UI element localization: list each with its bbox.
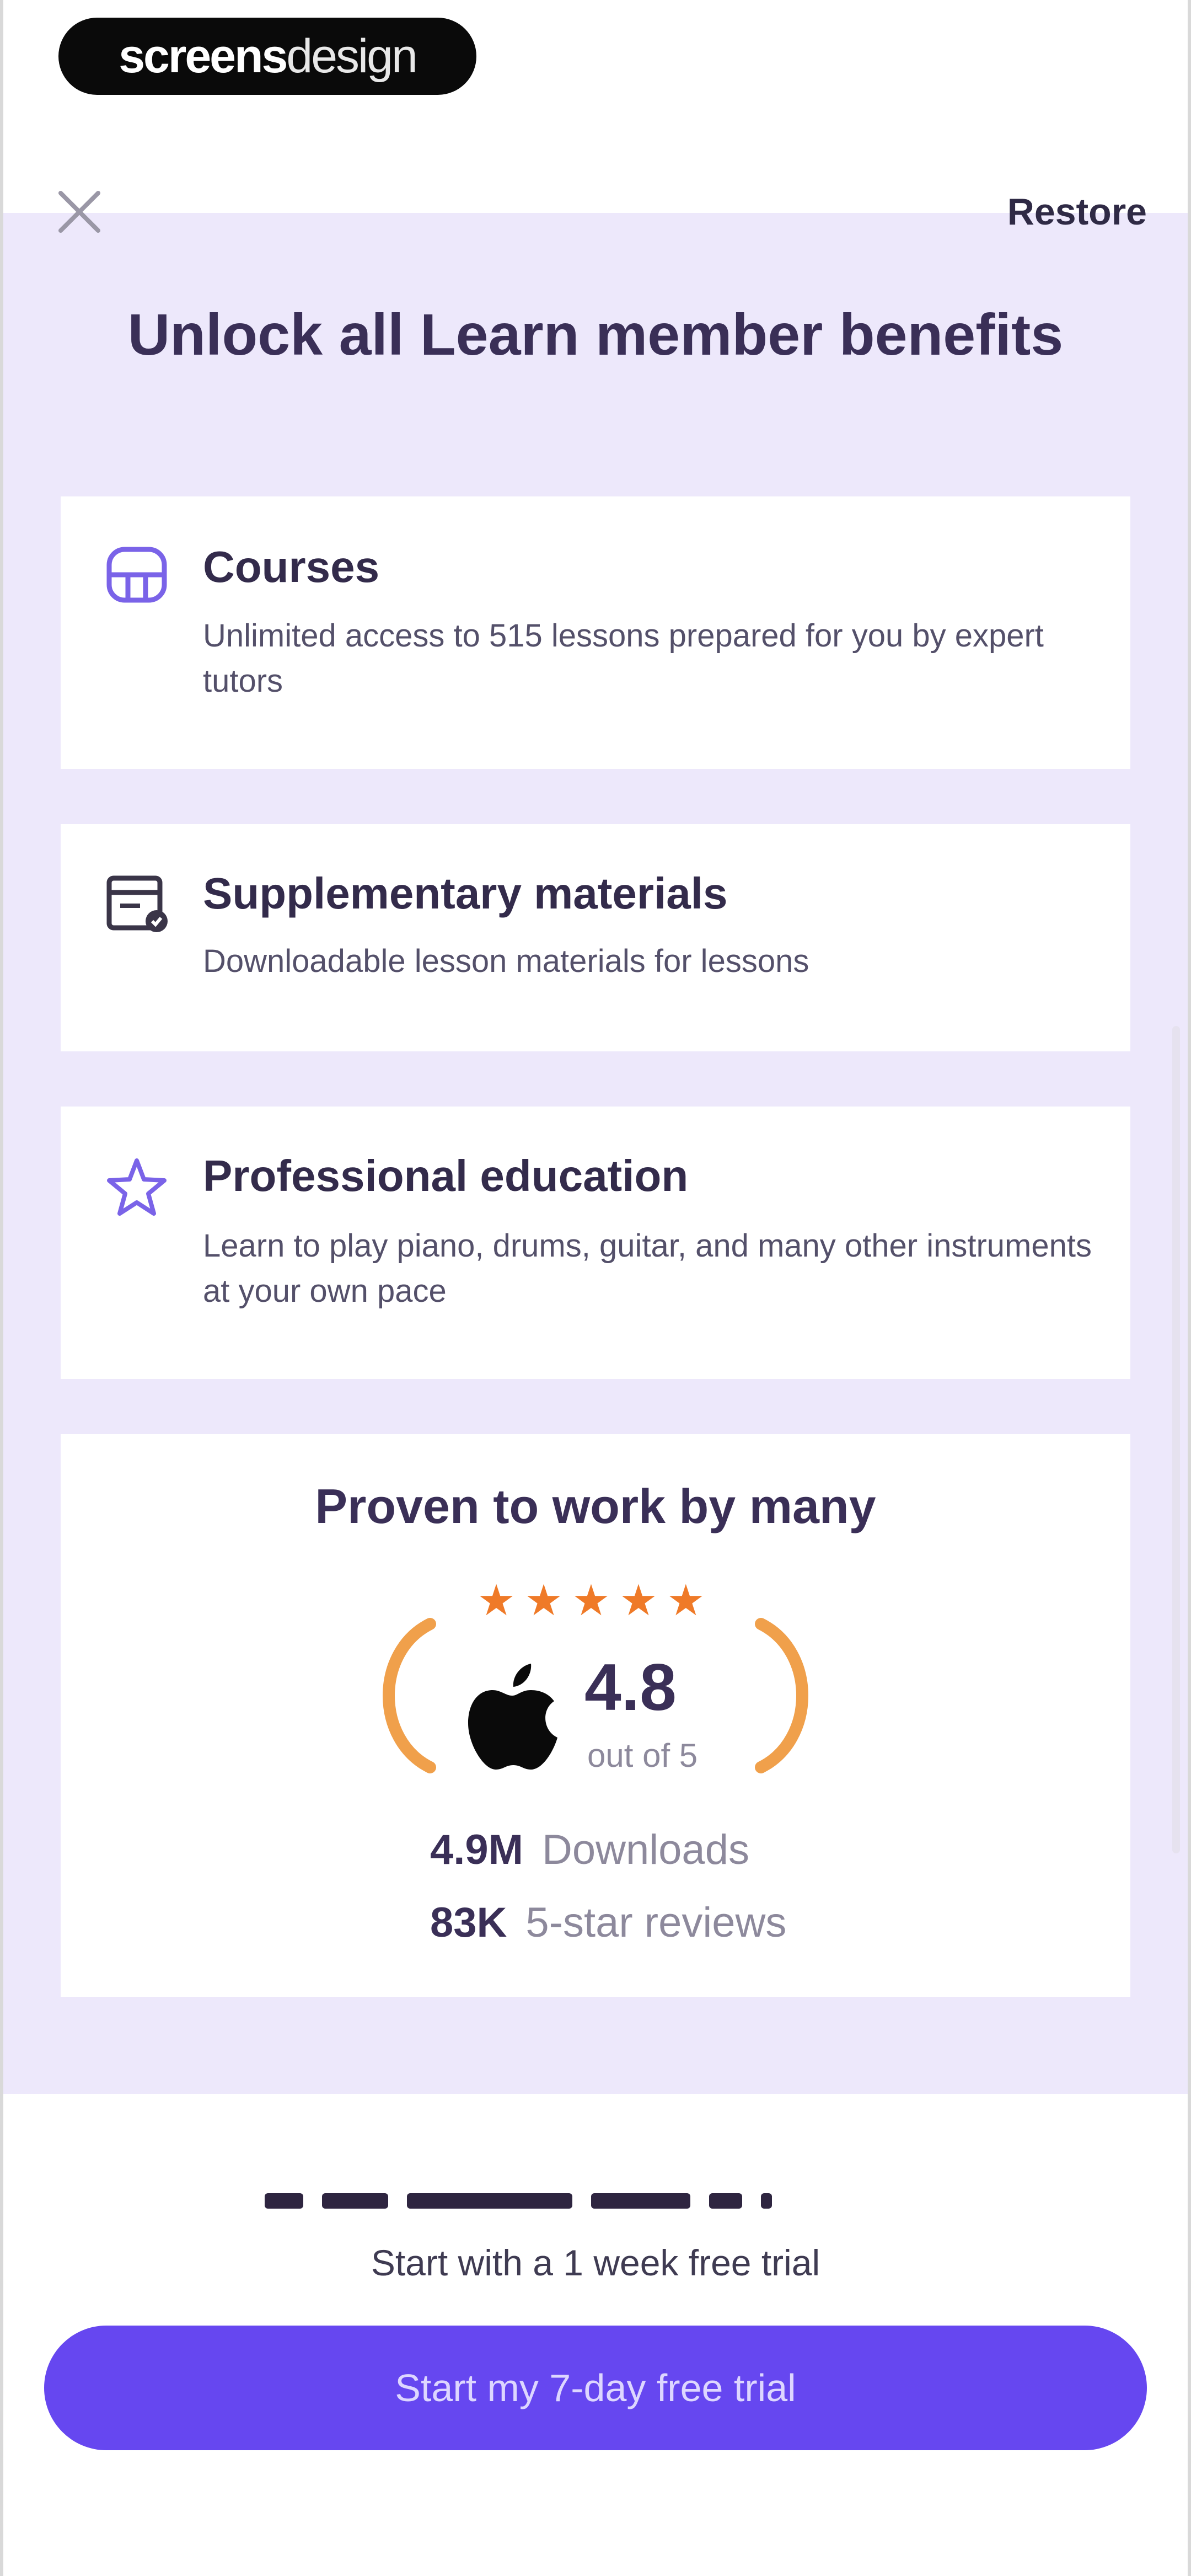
stat-label: Downloads [541, 1826, 749, 1873]
benefit-card-courses: Courses Unlimited access to 515 lessons … [61, 496, 1130, 769]
trial-note: Start with a 1 week free trial [371, 2242, 820, 2283]
close-icon[interactable] [53, 185, 106, 238]
apple-logo-icon [468, 1664, 557, 1770]
benefit-description: Learn to play piano, drums, guitar, and … [203, 1228, 1092, 1309]
rating-scale: out of 5 [587, 1737, 698, 1774]
benefit-description: Unlimited access to 515 lessons prepared… [203, 618, 1044, 699]
benefit-card-materials: Supplementary materials Downloadable les… [61, 824, 1130, 1051]
laurel-left-icon [383, 1618, 436, 1773]
stat-value: 83K [430, 1899, 507, 1946]
stat-downloads: 4.9M Downloads [430, 1826, 749, 1874]
watermark-logo: screens design [58, 18, 476, 95]
start-trial-button[interactable]: Start my 7-day free trial [44, 2326, 1147, 2450]
page-title: Unlock all Learn member benefits [127, 302, 1064, 367]
stat-value: 4.9M [430, 1826, 523, 1873]
rating-stars: ★★★★★ [477, 1576, 714, 1624]
right-edge [1188, 0, 1191, 2576]
materials-icon [106, 875, 168, 932]
restore-button[interactable]: Restore [1007, 185, 1147, 238]
benefit-card-education: Professional education Learn to play pia… [61, 1107, 1130, 1379]
piano-icon [106, 547, 167, 603]
stat-reviews: 83K 5-star reviews [430, 1899, 786, 1947]
stat-label: 5-star reviews [525, 1899, 787, 1946]
clipped-heading [265, 2193, 860, 2209]
benefit-title: Supplementary materials [203, 869, 728, 918]
social-proof-title: Proven to work by many [315, 1479, 876, 1533]
scrollbar[interactable] [1172, 1026, 1180, 1853]
laurel-right-icon [755, 1618, 808, 1773]
rating-value: 4.8 [584, 1650, 677, 1724]
benefit-title: Professional education [203, 1151, 689, 1200]
benefit-title: Courses [203, 542, 380, 591]
social-proof-card: Proven to work by many ★★★★★ 4.8 out of … [61, 1434, 1130, 1997]
benefit-description: Downloadable lesson materials for lesson… [203, 943, 809, 979]
star-outline-icon [107, 1158, 167, 1216]
